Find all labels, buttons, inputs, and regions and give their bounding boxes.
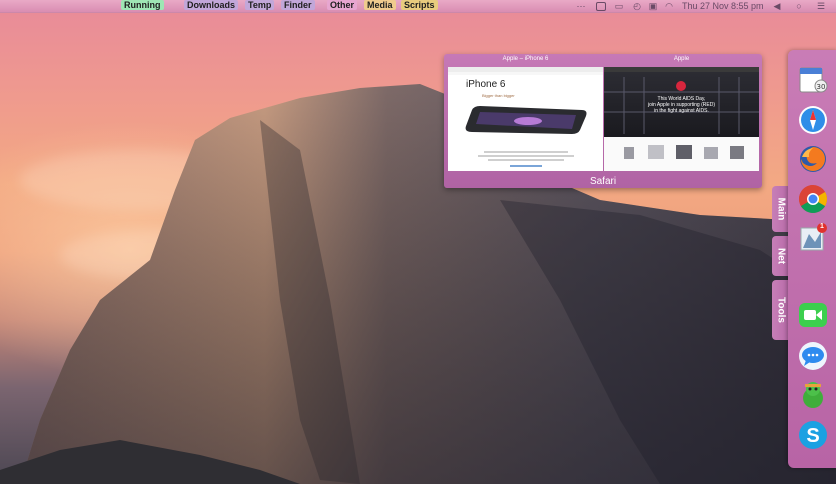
firefox-icon[interactable]	[797, 143, 829, 175]
svg-text:30: 30	[817, 83, 826, 91]
volume-icon[interactable]: ◀	[772, 1, 782, 11]
menu-bar: Running Downloads Temp Finder Other Medi…	[0, 0, 836, 13]
mail-icon[interactable]: 1	[797, 222, 829, 254]
chrome-icon[interactable]	[797, 183, 829, 215]
preview-app-label: Safari	[589, 176, 617, 187]
menu-tag-media[interactable]: Media	[364, 0, 396, 10]
messages-icon[interactable]	[797, 340, 829, 372]
menu-tag-scripts[interactable]: Scripts	[401, 0, 438, 10]
window-preview-panel: Apple – iPhone 6 iPhone 6 Bigger than bi…	[444, 54, 762, 188]
thumb-subnav	[448, 72, 603, 75]
thumb-text-line	[488, 159, 564, 161]
adium-icon[interactable]	[797, 378, 829, 410]
menu-tag-running[interactable]: Running	[121, 0, 164, 10]
menubar-chat-icon[interactable]: ▭	[614, 1, 624, 11]
preview-window-iphone6[interactable]: Apple – iPhone 6 iPhone 6 Bigger than bi…	[448, 54, 603, 172]
preview-window-title: Apple – iPhone 6	[502, 56, 549, 62]
notification-center-icon[interactable]: ☰	[816, 1, 826, 11]
facetime-icon[interactable]	[797, 299, 829, 331]
red-apple-logo	[676, 81, 686, 91]
thumb-text-line	[478, 155, 574, 157]
menubar-grid-icon[interactable]	[596, 2, 606, 11]
calendar-icon[interactable]: 30	[797, 64, 829, 96]
menu-tag-other[interactable]: Other	[327, 0, 358, 10]
menubar-dots-icon[interactable]: ⋯	[576, 1, 586, 11]
thumb-heading: iPhone 6	[466, 79, 506, 90]
safari-icon[interactable]	[797, 104, 829, 136]
mail-badge: 1	[820, 223, 824, 230]
menu-tag-temp[interactable]: Temp	[245, 0, 275, 10]
thumb-banner-text: This World AIDS Day, join Apple in suppo…	[648, 96, 715, 114]
menubar-box-icon[interactable]: ▣	[648, 1, 658, 11]
thumb-banner: This World AIDS Day, join Apple in suppo…	[604, 72, 759, 137]
svg-text:S: S	[806, 425, 819, 447]
preview-window-apple[interactable]: Apple This World AIDS Day, join Apple in…	[604, 54, 759, 172]
preview-window-title: Apple	[673, 56, 690, 62]
thumb-subheading: Bigger than bigger	[482, 93, 515, 98]
menu-tag-downloads[interactable]: Downloads	[184, 0, 239, 10]
skype-icon[interactable]: S	[797, 419, 829, 451]
menubar-clock-icon[interactable]: ◴	[632, 1, 642, 11]
preview-thumbnail: This World AIDS Day, join Apple in suppo…	[604, 67, 759, 171]
thumb-link	[510, 165, 542, 167]
preview-thumbnail: iPhone 6 Bigger than bigger	[448, 67, 603, 171]
menu-tag-finder[interactable]: Finder	[281, 0, 315, 10]
thumb-text-line	[484, 151, 568, 153]
thumb-product-row	[618, 143, 748, 163]
iphone-image	[465, 106, 587, 134]
menubar-clock[interactable]: Thu 27 Nov 8:55 pm	[682, 0, 764, 12]
spotlight-search-icon[interactable]: ○	[794, 1, 804, 11]
menubar-wifi-icon[interactable]: ◠	[664, 1, 674, 11]
